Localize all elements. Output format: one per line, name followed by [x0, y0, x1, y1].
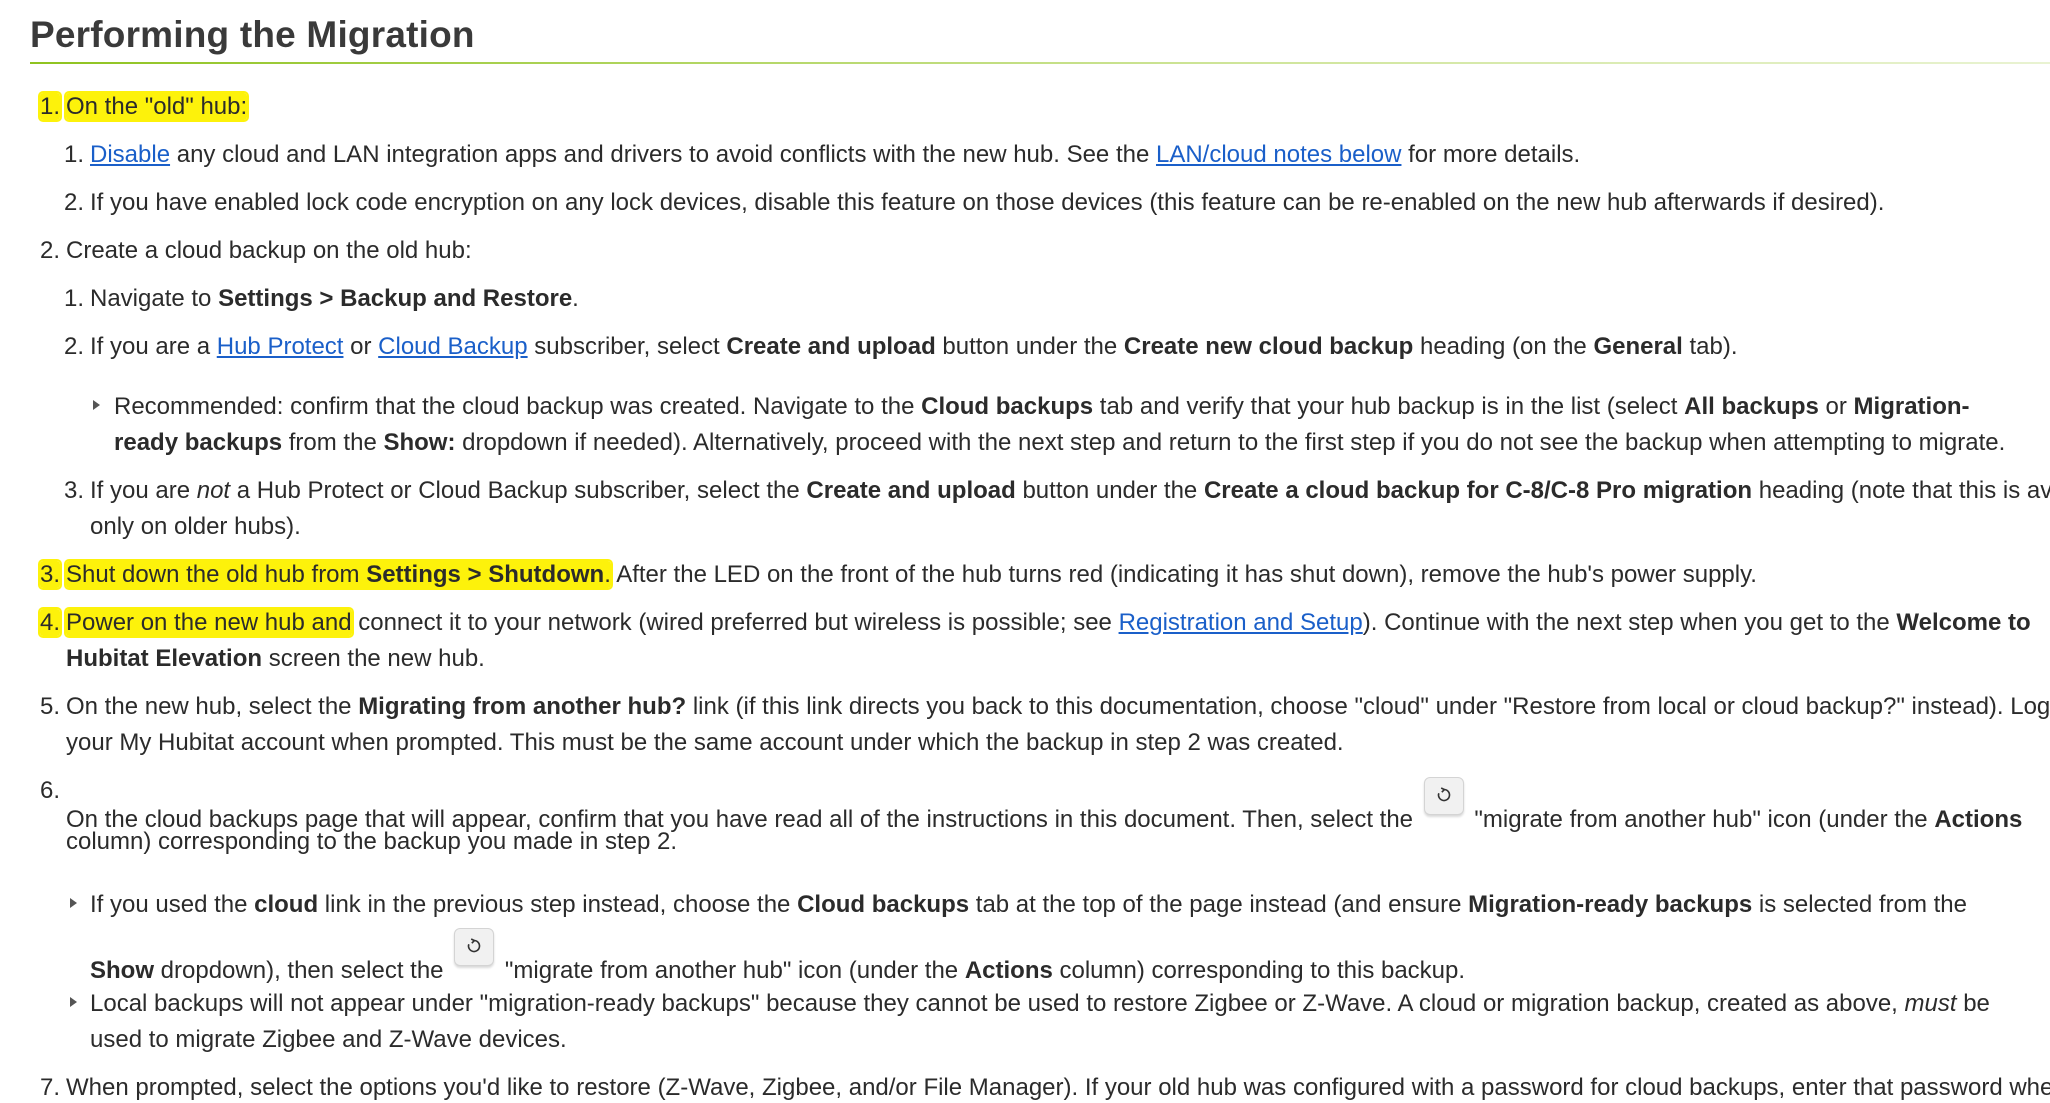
recommended-note-line-2: ready backups from the Show: dropdown if…	[114, 429, 2006, 456]
step-6-number: 6.	[40, 777, 61, 804]
registration-setup-link[interactable]: Registration and Setup	[1119, 609, 1363, 636]
step-1-text: On the "old" hub:	[66, 93, 248, 120]
step-5-text-line-1: On the new hub, select the Migrating fro…	[66, 693, 2050, 720]
step-2a-number: 1.	[64, 285, 85, 312]
heading-divider	[30, 62, 2050, 64]
step-2a-text: Navigate to Settings > Backup and Restor…	[90, 285, 579, 312]
step-5-number: 5.	[40, 693, 61, 720]
step-5-text-line-2: your My Hubitat account when prompted. T…	[66, 729, 1344, 756]
step-6-bullet-1-line-1: If you used the cloud link in the previo…	[90, 891, 1967, 918]
step-2b-text: If you are a Hub Protect or Cloud Backup…	[90, 333, 1738, 360]
step-6-text-line-2: column) corresponding to the backup you …	[66, 828, 678, 855]
step-6-bullet-1-line-2: Show dropdown), then select the "migrate…	[90, 928, 1465, 986]
step-1b-number: 2.	[64, 189, 85, 216]
step-1a-number: 1.	[64, 141, 85, 168]
lan-cloud-notes-link[interactable]: LAN/cloud notes below	[1156, 141, 1401, 168]
hub-protect-link[interactable]: Hub Protect	[217, 333, 344, 360]
restore-arrow-icon[interactable]	[454, 928, 495, 966]
restore-arrow-icon[interactable]	[1423, 777, 1464, 815]
step-4-text-line-1: Power on the new hub and connect it to y…	[66, 609, 2031, 636]
disable-link[interactable]: Disable	[90, 141, 170, 168]
step-2c-text-line-1: If you are not a Hub Protect or Cloud Ba…	[90, 477, 2050, 504]
step-4-number: 4.	[40, 609, 61, 636]
step-6-bullet-2-line-1: Local backups will not appear under "mig…	[90, 990, 1990, 1017]
step-4-text-line-2: Hubitat Elevation screen the new hub.	[66, 645, 485, 672]
triangle-bullet-icon	[70, 997, 77, 1007]
page-title: Performing the Migration	[30, 14, 475, 55]
step-2b-number: 2.	[64, 333, 85, 360]
triangle-bullet-icon	[70, 898, 77, 908]
step-2-text: Create a cloud backup on the old hub:	[66, 237, 472, 264]
step-2c-text-line-2: only on older hubs).	[90, 513, 301, 540]
triangle-bullet-icon[interactable]	[93, 400, 100, 410]
recommended-note-line-1: Recommended: confirm that the cloud back…	[114, 393, 1970, 420]
step-1-number: 1.	[40, 93, 61, 120]
cloud-backup-link[interactable]: Cloud Backup	[378, 333, 527, 360]
step-3-text: Shut down the old hub from Settings > Sh…	[66, 561, 1757, 588]
step-3-number: 3.	[40, 561, 61, 588]
step-1a-text: Disable any cloud and LAN integration ap…	[90, 141, 1581, 168]
step-2-number: 2.	[40, 237, 61, 264]
step-6-bullet-2-line-2: used to migrate Zigbee and Z-Wave device…	[90, 1026, 567, 1053]
step-1b-text: If you have enabled lock code encryption…	[90, 189, 1885, 216]
step-2c-number: 3.	[64, 477, 85, 504]
